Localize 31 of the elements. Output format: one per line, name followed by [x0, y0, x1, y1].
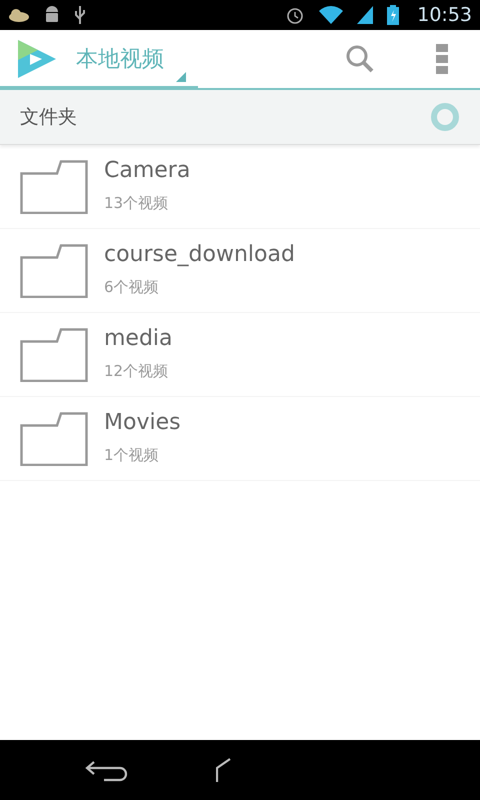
app-logo-icon[interactable] [16, 38, 58, 80]
folder-name: media [104, 326, 173, 352]
folder-icon [20, 244, 88, 298]
loading-spinner-icon [430, 102, 460, 132]
search-icon[interactable] [344, 43, 376, 75]
section-title: 文件夹 [20, 104, 77, 130]
folder-row[interactable]: media 12个视频 [0, 313, 480, 397]
folder-name: Movies [104, 410, 181, 436]
weather-icon [8, 8, 30, 22]
video-count: 1个视频 [104, 445, 160, 466]
alarm-icon [285, 5, 306, 25]
android-icon [44, 5, 60, 25]
clock-time: 10:53 [417, 2, 472, 28]
folder-name: course_download [104, 242, 295, 268]
folder-icon [20, 412, 88, 466]
folder-row[interactable]: course_download 6个视频 [0, 229, 480, 313]
battery-icon [387, 5, 400, 25]
back-icon[interactable] [84, 758, 130, 782]
video-count: 12个视频 [104, 361, 170, 382]
wifi-icon [319, 6, 344, 24]
folder-row[interactable]: Camera 13个视频 [0, 145, 480, 229]
signal-icon [357, 6, 374, 24]
menu-icon[interactable] [436, 43, 448, 75]
folder-icon [20, 160, 88, 214]
usb-icon [74, 5, 86, 25]
folder-icon [20, 328, 88, 382]
video-count: 13个视频 [104, 193, 170, 214]
video-count: 6个视频 [104, 277, 160, 298]
folder-row[interactable]: Movies 1个视频 [0, 397, 480, 481]
dropdown-corner-icon [176, 72, 186, 82]
folder-name: Camera [104, 158, 190, 184]
